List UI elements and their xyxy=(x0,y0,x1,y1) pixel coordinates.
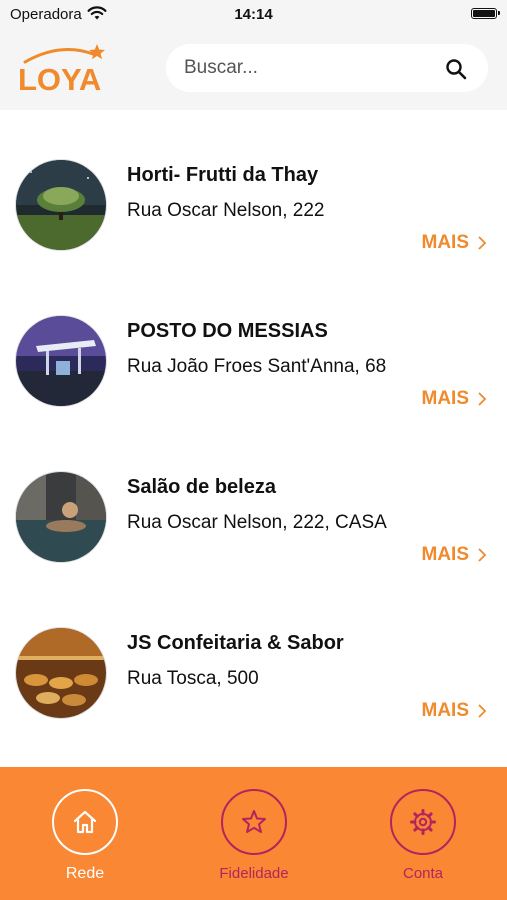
store-address: Rua João Froes Sant'Anna, 68 xyxy=(127,356,387,377)
store-image xyxy=(16,628,106,718)
store-name: Salão de beleza xyxy=(127,476,276,498)
store-address: Rua Oscar Nelson, 222, CASA xyxy=(127,512,387,533)
more-label: MAIS xyxy=(421,700,470,721)
tab-rede-label: Rede xyxy=(65,865,105,882)
more-label: MAIS xyxy=(421,544,470,565)
gear-icon xyxy=(410,809,436,835)
search-icon[interactable] xyxy=(444,57,468,81)
store-name: JS Confeitaria & Sabor xyxy=(127,632,344,654)
store-list: Horti- Frutti da Thay Rua Oscar Nelson, … xyxy=(0,110,507,734)
chevron-right-icon xyxy=(478,704,487,718)
list-item[interactable]: JS Confeitaria & Sabor Rua Tosca, 500 MA… xyxy=(0,578,507,734)
tab-conta-circle xyxy=(390,789,456,855)
gas-station-photo xyxy=(16,316,106,406)
tab-fidelidade[interactable]: Fidelidade xyxy=(194,789,314,882)
tab-conta[interactable]: Conta xyxy=(363,789,483,882)
list-item[interactable]: Salão de beleza Rua Oscar Nelson, 222, C… xyxy=(0,422,507,578)
more-button[interactable]: MAIS xyxy=(422,544,488,566)
store-name: POSTO DO MESSIAS xyxy=(127,320,328,342)
more-label: MAIS xyxy=(421,232,470,253)
tab-fidelidade-label: Fidelidade xyxy=(219,865,289,882)
search-input[interactable] xyxy=(184,44,434,92)
store-address: Rua Oscar Nelson, 222 xyxy=(127,200,325,221)
tab-fidelidade-circle xyxy=(221,789,287,855)
loya-logo: LOYA xyxy=(18,44,105,97)
spa-pool-photo xyxy=(16,472,106,562)
store-image xyxy=(16,316,106,406)
chevron-right-icon xyxy=(478,392,487,406)
store-name: Horti- Frutti da Thay xyxy=(127,164,319,186)
status-time: 14:14 xyxy=(234,6,273,23)
list-item[interactable]: Horti- Frutti da Thay Rua Oscar Nelson, … xyxy=(0,110,507,266)
star-icon xyxy=(242,810,266,833)
status-bar: Operadora 14:14 xyxy=(0,0,507,30)
store-image xyxy=(16,472,106,562)
more-button[interactable]: MAIS xyxy=(422,232,488,254)
battery-icon xyxy=(471,8,500,19)
more-button[interactable]: MAIS xyxy=(422,700,488,722)
home-icon xyxy=(73,810,97,834)
tab-rede[interactable]: Rede xyxy=(25,789,145,883)
tab-rede-circle xyxy=(52,789,118,855)
header: LOYA xyxy=(0,30,507,110)
tab-bar: Rede Fidelidade Conta xyxy=(0,767,507,900)
tab-conta-label: Conta xyxy=(402,865,444,882)
svg-text:LOYA: LOYA xyxy=(18,62,101,97)
store-image xyxy=(16,160,106,250)
store-address: Rua Tosca, 500 xyxy=(127,668,259,689)
bakery-photo xyxy=(16,628,106,718)
tree-night-photo xyxy=(16,160,106,250)
chevron-right-icon xyxy=(478,236,487,250)
chevron-right-icon xyxy=(478,548,487,562)
more-label: MAIS xyxy=(421,388,470,409)
more-button[interactable]: MAIS xyxy=(422,388,488,410)
list-item[interactable]: POSTO DO MESSIAS Rua João Froes Sant'Ann… xyxy=(0,266,507,422)
search-box xyxy=(166,44,488,92)
